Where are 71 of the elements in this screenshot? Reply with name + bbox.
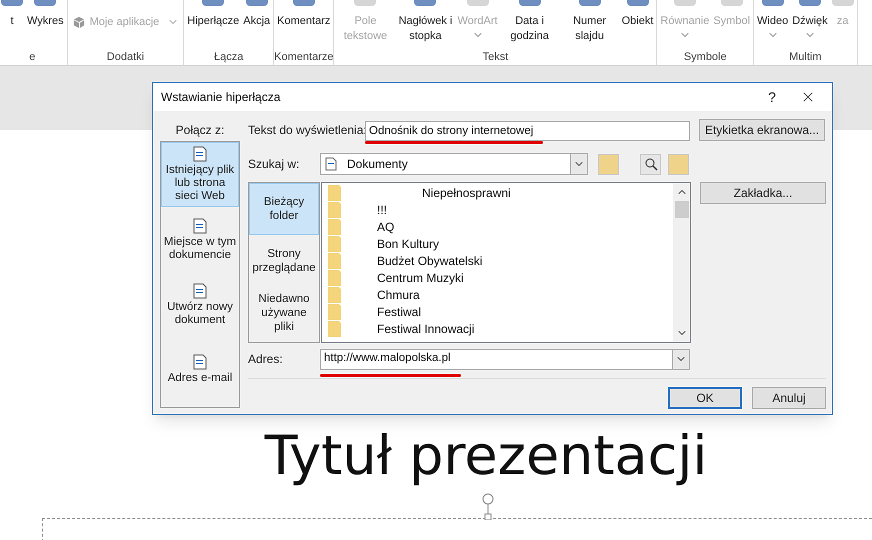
ribbon-icon (798, 0, 821, 6)
file-item[interactable]: Bon Kultury (377, 234, 440, 252)
ribbon-button[interactable]: Dźwięk (790, 0, 830, 41)
address-field[interactable]: http://www.malopolska.pl (320, 348, 690, 370)
ribbon-button[interactable]: Numer slajdu (560, 0, 620, 44)
ribbon-icon (292, 0, 315, 6)
ribbon-button[interactable]: Data i godzina (500, 0, 560, 44)
group-label: Tekst (482, 50, 510, 65)
link-to-label: Połącz z: (176, 122, 224, 139)
scrollbar[interactable] (673, 183, 690, 342)
ribbon-icon (518, 0, 541, 6)
field-value: http://www.malopolska.pl (323, 351, 452, 366)
dialog-button[interactable]: Anuluj (752, 387, 826, 409)
dialog-button[interactable]: Etykietka ekranowa... (699, 119, 825, 141)
nav-option[interactable]: Niedawno używane pliki (249, 287, 319, 339)
ribbon-button[interactable]: Wykres (25, 0, 66, 29)
link-to-option[interactable]: Istniejący plik lub strona sieci Web (161, 142, 239, 207)
file-item[interactable]: Niepełnosprawni (422, 184, 511, 202)
document-icon (325, 157, 337, 171)
document-icon (193, 282, 207, 298)
slide-title[interactable]: Tytuł prezentacji (264, 425, 708, 487)
help-button[interactable]: ? (756, 86, 788, 108)
link-to-option[interactable]: Adres e-mail (161, 337, 239, 402)
group-label: Komentarze (274, 50, 334, 65)
ribbon-button[interactable]: Wideo (755, 0, 790, 41)
file-item[interactable]: Festiwal (377, 302, 422, 320)
group-label: Łącza (213, 50, 244, 65)
document-icon (193, 354, 207, 370)
file-item[interactable]: Festiwal Innowacji (377, 320, 474, 338)
look-in-dropdown[interactable]: Dokumenty (320, 153, 588, 175)
ribbon-button[interactable]: t (0, 0, 25, 29)
ribbon-button[interactable]: Hiperłącze (185, 0, 242, 29)
document-icon (193, 218, 207, 234)
ribbon-icon (762, 0, 784, 6)
group-label: e (28, 50, 36, 65)
nav-option[interactable]: Bieżący folder (249, 183, 319, 235)
ribbon-icon (246, 0, 268, 6)
ribbon-icon (34, 0, 56, 6)
ribbon-icon (578, 0, 601, 6)
file-item[interactable]: Budżet Obywatelski (377, 252, 482, 270)
group-label: Multim (788, 50, 823, 65)
nav-option[interactable]: Strony przeglądane (249, 235, 319, 287)
file-item[interactable]: Chmura (377, 286, 420, 304)
field-label: Tekst do wyświetlenia: (248, 122, 365, 139)
window-title: Wstawianie hiperłącza (161, 89, 282, 106)
display-text-field[interactable]: Odnośnik do strony internetowej (365, 121, 690, 141)
group-label: Symbole (682, 50, 728, 65)
scroll-thumb[interactable] (674, 201, 688, 218)
link-to-option[interactable]: Miejsce w tym dokumencie (161, 207, 239, 272)
ribbon-icon (626, 0, 648, 6)
group-label: Dodatki (106, 50, 146, 65)
file-item[interactable]: AQ (377, 218, 394, 236)
ribbon-icon (414, 0, 436, 6)
field-label: Szukaj w: (248, 156, 300, 173)
dropdown-value: Dokumenty (347, 156, 409, 173)
field-label: Adres: (248, 351, 284, 368)
ribbon-button[interactable]: Komentarz (275, 0, 332, 29)
dialog-button[interactable]: Zakładka... (700, 182, 826, 204)
search-web-icon[interactable] (640, 154, 661, 174)
rotate-handle-icon[interactable] (481, 492, 495, 520)
ribbon-button[interactable]: Obiekt (620, 0, 656, 29)
ribbon-button[interactable]: Akcja (241, 0, 272, 29)
ribbon-icon (1, 0, 23, 6)
link-to-option[interactable]: Utwórz nowy dokument (161, 272, 239, 337)
ribbon-button[interactable]: Nagłówek i stopka (395, 0, 456, 44)
file-item[interactable]: Centrum Muzyki (377, 268, 464, 286)
dialog-button[interactable]: OK (668, 387, 742, 409)
ribbon-icon (202, 0, 224, 6)
document-icon (193, 146, 207, 162)
blocks-icon (72, 16, 86, 28)
file-item[interactable]: !!! (377, 200, 388, 218)
